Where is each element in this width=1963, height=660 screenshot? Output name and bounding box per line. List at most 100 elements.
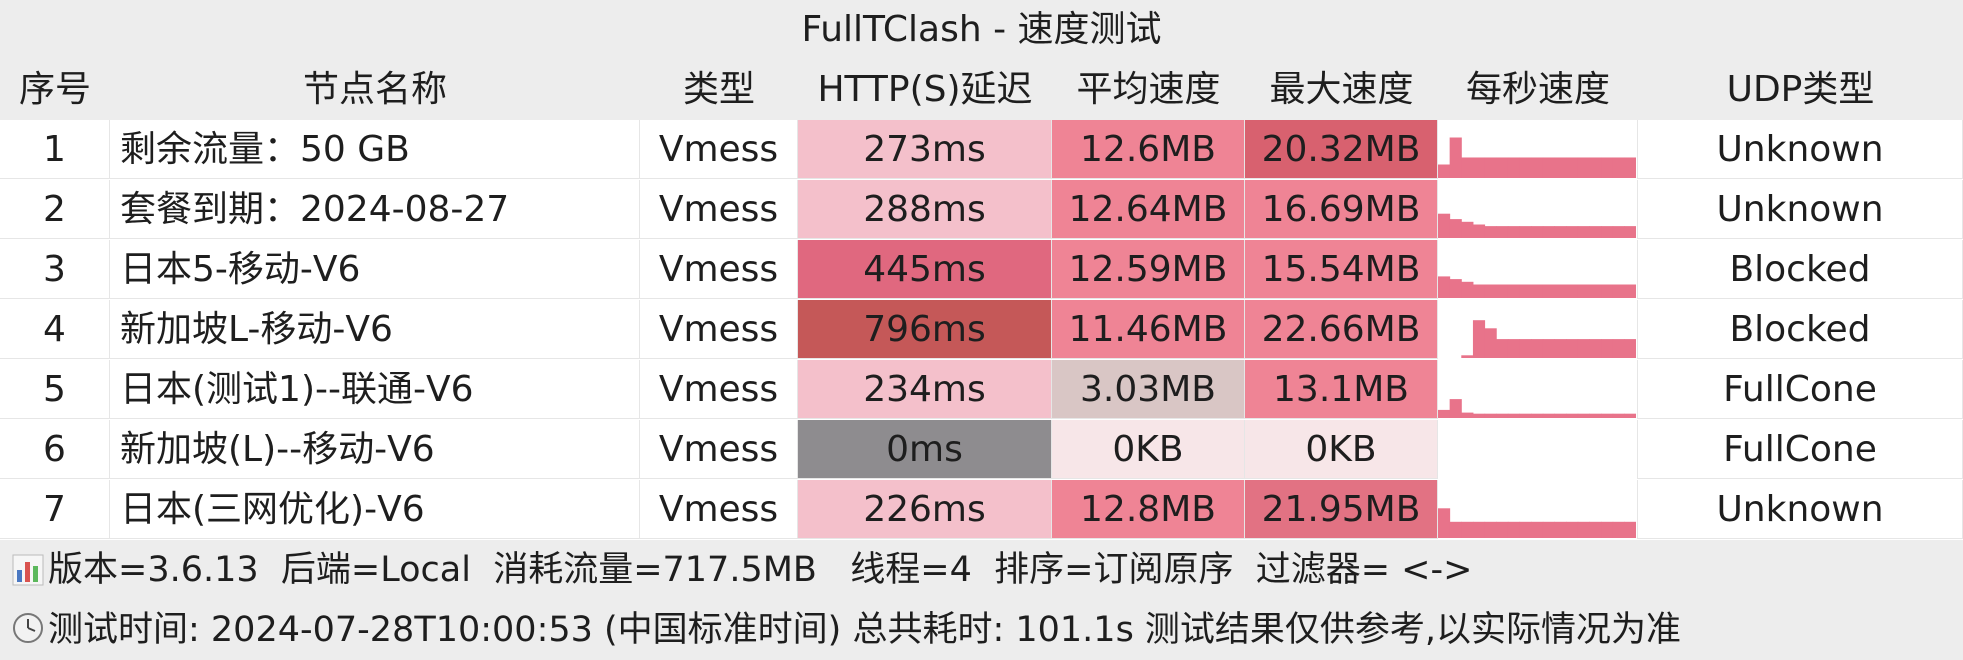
speed-bar [1601,413,1614,418]
speed-bar [1519,339,1532,358]
speed-bar [1601,284,1614,298]
speed-bar [1624,226,1636,238]
row-avg-speed: 12.64MB [1052,180,1245,239]
row-max-speed: 16.69MB [1245,180,1438,239]
row-index: 5 [0,360,110,419]
row-delay: 226ms [798,480,1052,539]
speed-bar [1554,157,1567,178]
speed-bar [1554,284,1567,298]
speed-bar [1496,284,1509,298]
speed-bar [1507,521,1521,538]
row-type: Vmess [640,480,798,539]
speed-bar [1612,284,1625,298]
speed-bar [1531,284,1544,298]
speed-bar [1472,224,1486,238]
table-row: 1 剩余流量：50 GB Vmess 273ms 12.6MB 20.32MB Unknow… [0,120,1963,180]
speed-bar [1507,157,1521,178]
speed-bar [1461,521,1474,538]
speed-bar [1484,521,1497,538]
row-type: Vmess [640,420,798,479]
speed-bar [1566,521,1579,538]
speed-bar [1507,413,1521,418]
speed-bar [1531,157,1544,178]
speed-bar [1601,521,1614,538]
table-row: 3 日本5-移动-V6 Vmess 445ms 12.59MB 15.54MB Blocke… [0,240,1963,300]
speed-bar [1449,279,1462,298]
speed-bar [1589,413,1602,418]
speed-bar [1577,339,1590,358]
speed-bar [1438,409,1451,418]
speed-bar [1519,284,1532,298]
speed-bar [1449,219,1462,238]
speed-bar [1566,339,1579,358]
row-avg-speed: 12.8MB [1052,480,1245,539]
speed-bar [1519,226,1532,238]
speed-bar [1612,521,1625,538]
speed-bar [1519,521,1532,538]
speed-bar [1624,521,1636,538]
speed-bar [1484,284,1497,298]
row-index: 1 [0,120,110,179]
row-max-speed: 15.54MB [1245,240,1438,299]
speed-bar [1496,157,1509,178]
speed-bar [1601,339,1614,358]
speed-bar [1461,281,1474,298]
table-row: 7 日本(三网优化)-V6 Vmess 226ms 12.8MB 21.95MB Unkno… [0,480,1963,540]
speed-bar [1566,157,1579,178]
speed-bar [1449,399,1462,418]
speed-bar [1624,339,1636,358]
row-udp-type: Blocked [1638,300,1963,359]
header-avg-speed: 平均速度 [1076,69,1221,110]
footer-time: 测试时间: 2024-07-28T10:00:53 (中国标准时间) 总共耗时:… [0,600,1963,660]
speed-bar [1472,320,1486,358]
row-type: Vmess [640,300,798,359]
row-speed-sparkline [1438,360,1638,419]
row-max-speed: 22.66MB [1245,300,1438,359]
speed-bar [1438,164,1451,178]
row-delay: 796ms [798,300,1052,359]
table-row: 6 新加坡(L)--移动-V6 Vmess 0ms 0KB 0KB FullCone [0,420,1963,480]
row-speed-sparkline [1438,420,1638,479]
table-row: 2 套餐到期：2024-08-27 Vmess 288ms 12.64MB 16.69MB… [0,180,1963,240]
table-row: 5 日本(测试1)--联通-V6 Vmess 234ms 3.03MB 13.1MB Ful… [0,360,1963,420]
speed-bar [1554,521,1567,538]
header-delay: HTTP(S)延迟 [817,69,1033,110]
row-udp-type: Unknown [1638,120,1963,179]
footer-info: 版本=3.6.13 后端=Local 消耗流量=717.5MB 线程=4 排序=… [0,540,1963,600]
speed-bar [1519,157,1532,178]
bar-chart-icon [12,554,44,586]
speed-bar [1484,328,1497,358]
header-max-speed: 最大速度 [1269,69,1414,110]
row-delay: 234ms [798,360,1052,419]
row-delay: 445ms [798,240,1052,299]
row-udp-type: FullCone [1638,420,1963,479]
speed-bar [1601,157,1614,178]
speed-bar [1577,413,1590,418]
speed-bar [1612,339,1625,358]
footer-summary-line: 版本=3.6.13 后端=Local 消耗流量=717.5MB 线程=4 排序=… [48,550,1473,590]
speed-bar [1612,226,1625,238]
speed-bar [1624,413,1636,418]
header-udp-type: UDP类型 [1726,69,1875,110]
speed-bar [1624,284,1636,298]
row-index: 6 [0,420,110,479]
speed-bar [1589,226,1602,238]
row-node-name: 套餐到期：2024-08-27 [110,180,640,239]
speed-bar [1601,226,1614,238]
speed-bar [1484,226,1497,238]
row-delay: 273ms [798,120,1052,179]
row-speed-sparkline [1438,300,1638,359]
speed-bar [1554,413,1567,418]
speed-bar [1449,521,1462,538]
row-avg-speed: 3.03MB [1052,360,1245,419]
speed-bar [1484,157,1497,178]
speed-bar [1589,339,1602,358]
row-avg-speed: 12.6MB [1052,120,1245,179]
speed-bar [1461,412,1474,418]
speed-bar [1507,339,1521,358]
speed-bar [1496,226,1509,238]
speed-bar [1496,521,1509,538]
speed-bar [1461,221,1474,238]
speed-bar [1531,339,1544,358]
speed-bar [1449,137,1462,178]
